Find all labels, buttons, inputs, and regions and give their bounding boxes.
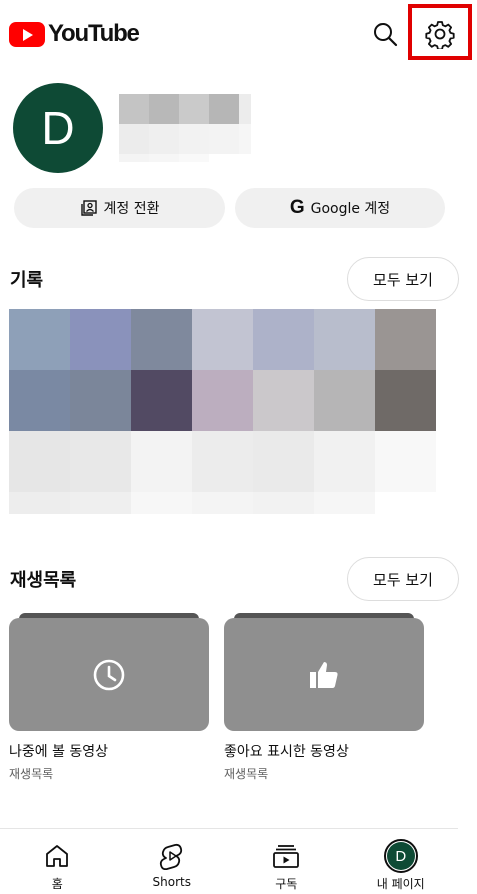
logo-text: YouTube [48,20,140,47]
google-icon: G [289,197,305,218]
nav-subscriptions-label: 구독 [275,877,298,891]
shorts-icon [159,843,182,870]
playlist-title: 좋아요 표시한 동영상 [224,744,349,760]
history-title: 기록 [10,270,44,291]
playlists-view-all-button[interactable]: 모두 보기 [347,557,459,601]
nav-shorts-label: Shorts [152,875,191,889]
playlist-subtitle: 재생목록 [224,767,269,781]
nav-subscriptions[interactable]: 구독 [229,829,344,894]
playlist-thumbnail [224,613,424,733]
clock-icon [93,659,125,690]
subscriptions-icon [273,845,300,868]
playlist-subtitle: 재생목록 [9,767,54,781]
switch-account-button[interactable]: 계정 전환 [14,188,225,228]
playlist-thumb [9,618,209,731]
playlists-title: 재생목록 [10,570,77,591]
nav-home[interactable]: 홈 [0,829,115,894]
nav-my-page[interactable]: D 내 페이지 [344,829,459,894]
switch-account-icon [80,200,97,216]
blurred-channel-info [119,94,251,162]
youtube-logo[interactable]: YouTube [9,20,140,48]
thumbs-up-icon [310,661,338,688]
avatar-letter: D [386,842,415,870]
google-account-button[interactable]: G Google 계정 [235,188,445,228]
avatar: D [383,839,418,873]
history-thumbnails[interactable] [9,309,436,514]
gear-icon [425,21,455,51]
home-icon [46,845,69,867]
playlist-card-watch-later[interactable]: 나중에 볼 동영상 재생목록 [9,613,209,782]
search-button[interactable] [371,20,399,48]
top-app-bar: YouTube [0,0,477,68]
youtube-play-icon [9,21,45,47]
playlist-title: 나중에 볼 동영상 [9,744,109,760]
profile-avatar[interactable]: D [13,83,103,173]
bottom-navigation: 홈 Shorts 구독 D 내 페이지 [0,828,458,894]
nav-my-page-label: 내 페이지 [376,877,425,891]
search-icon [374,23,398,47]
settings-button[interactable] [425,19,455,51]
switch-account-label: 계정 전환 [103,201,160,217]
playlist-thumb [224,618,424,731]
google-account-label: Google 계정 [310,201,391,217]
playlist-thumbnail [9,613,209,733]
avatar-letter: D [41,102,75,154]
history-view-all-button[interactable]: 모두 보기 [347,257,459,301]
nav-home-label: 홈 [51,877,63,891]
nav-shorts[interactable]: Shorts [115,829,230,894]
playlist-card-liked-videos[interactable]: 좋아요 표시한 동영상 재생목록 [224,613,424,782]
